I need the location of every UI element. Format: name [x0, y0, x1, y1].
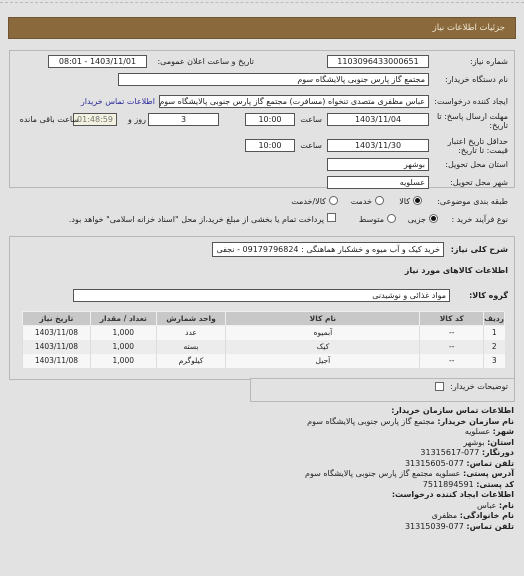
need-number-field: 1103096433000651	[327, 55, 429, 68]
reply-time-label: ساعت	[300, 115, 322, 124]
buyer-org-field: مجتمع گاز پارس جنوبی پالایشگاه سوم	[118, 73, 429, 86]
category-radio-service[interactable]	[375, 196, 384, 205]
goods-section-title: اطلاعات کالاهای مورد نیاز	[404, 266, 508, 275]
creator-title: اطلاعات ایجاد کننده درخواست:	[391, 490, 514, 499]
payment-checkbox[interactable]	[327, 213, 336, 222]
cell-code: --	[419, 353, 484, 368]
buyer-contact-link[interactable]: اطلاعات تماس خریدار	[81, 97, 155, 106]
process-option-medium: متوسط	[358, 215, 384, 224]
col-code: کد کالا	[419, 311, 485, 326]
remaining-time-label: ساعت باقی مانده	[19, 115, 79, 124]
contact-title: اطلاعات تماس سازمان خریدار:	[391, 406, 514, 415]
remaining-time-field: 01:48:59	[73, 113, 117, 126]
validity-time-field: 10:00	[245, 139, 295, 152]
contact-province: استان: بوشهر	[463, 437, 514, 447]
contact-address: آدرس پستی: عسلویه مجتمع گاز پارس جنوبی پ…	[305, 469, 514, 478]
category-option-goods: کالا	[399, 197, 410, 206]
process-option-minor: جزیی	[407, 215, 426, 224]
buyer-notes-label: توضیحات خریدار:	[450, 382, 508, 391]
creator-last-name: نام خانوادگی: مظفری	[431, 511, 514, 520]
announce-label: تاریخ و ساعت اعلان عمومی:	[157, 57, 254, 66]
creator-label: ایجاد کننده درخواست:	[434, 97, 508, 106]
cell-qty: 1,000	[89, 353, 157, 368]
summary-field: خرید کیک و آب میوه و خشکبار هماهنگی : 09…	[212, 242, 444, 257]
top-divider	[0, 0, 524, 3]
summary-label: شرح کلی نیاز:	[450, 245, 508, 254]
goods-table: ردیف کد کالا نام کالا واحد شمارش تعداد /…	[22, 311, 505, 368]
cell-unit: کیلوگرم	[155, 353, 226, 368]
province-field: بوشهر	[327, 158, 429, 171]
need-number-label: شماره نیاز:	[470, 57, 508, 66]
contact-org: نام سازمان خریدار: مجتمع گاز پارس جنوبی …	[307, 416, 514, 426]
cell-unit: بسته	[155, 339, 226, 354]
reply-deadline-label-2: تاریخ:	[489, 121, 508, 130]
category-option-service: خدمت	[350, 197, 372, 206]
buyer-notes-checkbox[interactable]	[435, 382, 444, 391]
validity-label-2: قیمت: تا تاریخ:	[458, 146, 508, 155]
reply-time-field: 10:00	[245, 113, 295, 126]
category-label: طبقه بندی موضوعی:	[437, 197, 508, 206]
creator-phone: تلفن تماس: 077-31315039	[404, 521, 514, 531]
goods-group-field: مواد غذائی و نوشیدنی	[73, 289, 450, 302]
contact-fax: دورنگار: 077-31315617	[420, 448, 514, 457]
col-qty: تعداد / مقدار	[89, 311, 157, 326]
col-unit: واحد شمارش	[155, 311, 227, 326]
days-field: 3	[148, 113, 219, 126]
col-name: نام کالا	[225, 311, 421, 326]
cell-qty: 1,000	[89, 325, 157, 340]
announce-field: 1403/11/01 - 08:01	[48, 55, 147, 68]
city-label: شهر محل تحویل:	[450, 178, 508, 187]
cell-date: 1403/11/08	[22, 353, 91, 368]
validity-date-field: 1403/11/30	[327, 139, 429, 152]
page-title-bar: جزئیات اطلاعات نیاز	[8, 17, 516, 39]
cell-name: آبمیوه	[225, 325, 420, 340]
validity-time-label: ساعت	[300, 141, 322, 150]
goods-table-header: ردیف کد کالا نام کالا واحد شمارش تعداد /…	[22, 311, 505, 326]
contact-section: اطلاعات تماس سازمان خریدار: نام سازمان خ…	[214, 406, 514, 532]
cell-code: --	[419, 325, 484, 340]
cell-date: 1403/11/08	[22, 325, 91, 340]
process-radio-minor[interactable]	[429, 214, 438, 223]
cell-code: --	[419, 339, 484, 354]
cell-unit: عدد	[155, 325, 226, 340]
reply-date-field: 1403/11/04	[327, 113, 429, 126]
city-field: عسلویه	[327, 176, 429, 189]
cell-index: 2	[483, 339, 505, 354]
days-label: روز و	[128, 115, 146, 124]
cell-index: 3	[483, 353, 505, 368]
category-option-goods-service: کالا/خدمت	[291, 197, 326, 206]
col-date: تاریخ نیاز	[22, 311, 91, 326]
contact-phone: تلفن تماس: 077-31315605	[404, 458, 514, 468]
table-row: 1 -- آبمیوه عدد 1,000 1403/11/08	[22, 325, 505, 340]
category-radio-goods[interactable]	[413, 196, 422, 205]
process-radio-medium[interactable]	[387, 214, 396, 223]
table-row: 3 -- آجیل کیلوگرم 1,000 1403/11/08	[22, 353, 505, 368]
category-radio-goods-service[interactable]	[329, 196, 338, 205]
buyer-org-label: نام دستگاه خریدار:	[445, 75, 508, 84]
contact-city: شهر: عسلویه	[464, 427, 514, 436]
cell-date: 1403/11/08	[22, 339, 91, 354]
creator-field: عباس مظفری متصدی تنخواه (مسافرت) مجتمع گ…	[159, 95, 429, 108]
table-row: 2 -- کیک بسته 1,000 1403/11/08	[22, 339, 505, 354]
cell-name: آجیل	[225, 353, 420, 368]
cell-qty: 1,000	[89, 339, 157, 354]
reply-deadline-label: مهلت ارسال پاسخ: تا	[436, 112, 508, 121]
creator-first-name: نام: عباس	[476, 500, 514, 510]
validity-label: حداقل تاریخ اعتبار	[447, 137, 508, 146]
province-label: استان محل تحویل:	[445, 160, 508, 169]
process-label: نوع فرآیند خرید :	[451, 215, 508, 224]
col-index: ردیف	[483, 311, 505, 326]
contact-postal: کد پستی: 7511894591	[422, 479, 514, 489]
cell-name: کیک	[225, 339, 420, 354]
payment-note: پرداخت تمام یا بخشی از مبلغ خرید،از محل …	[68, 215, 324, 224]
cell-index: 1	[483, 325, 505, 340]
goods-group-label: گروه کالا:	[469, 291, 508, 300]
page-title: جزئیات اطلاعات نیاز	[432, 23, 505, 33]
